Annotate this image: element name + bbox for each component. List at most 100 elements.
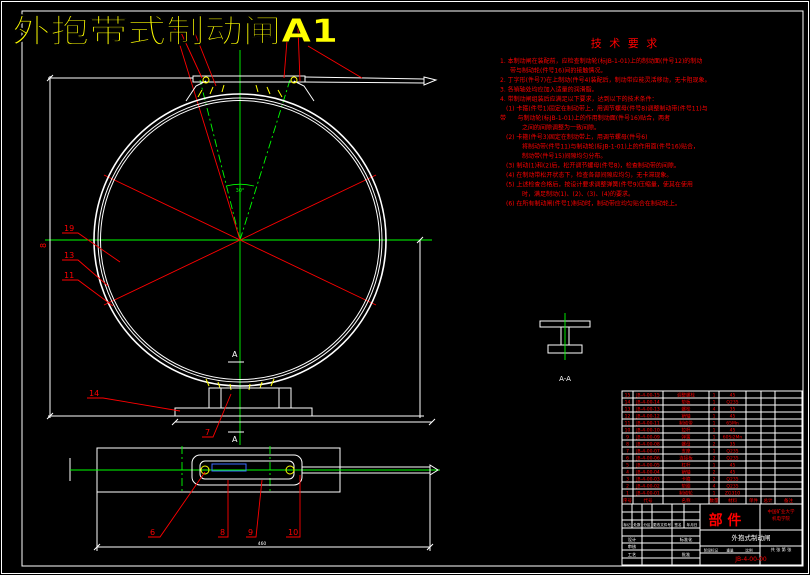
parts-list-cell: 杠杆 (682, 461, 691, 468)
parts-list-cell: 8 (626, 441, 629, 447)
parts-list-cell: 15 (625, 392, 631, 398)
parts-list-cell: 3 (626, 476, 629, 482)
parts-list-cell: 45 (730, 413, 736, 419)
tech-requirement-line: 4. 带制动闸组装后应满足以下要求，达到以下的技术条件： (500, 95, 658, 103)
parts-list-cell: 5 (626, 462, 629, 468)
parts-list-cell: 调整螺栓 (677, 391, 695, 398)
parts-list-cell: 12 (625, 413, 631, 419)
parts-list-cell: 35 (730, 406, 736, 412)
parts-list-cell: JB-4-00-09 (635, 434, 660, 440)
parts-list-cell: Q235 (726, 483, 738, 489)
category-label: 部 件 (709, 512, 742, 529)
parts-list-cell: JB-4-00-06 (635, 455, 660, 461)
parts-list-cell: Q235 (726, 476, 738, 482)
signature-role: 设计 (628, 536, 636, 543)
parts-list-cell: JB-4-00-13 (635, 406, 660, 412)
tech-requirement-line: (4) 在制动带松开状态下，检查各部间隙应均匀，无卡滞现象。 (506, 171, 672, 179)
tech-requirement-line: (3) 制动(1)和(2)后，松开调节螺母(件号8)，检查制动带的间隙。 (506, 162, 680, 170)
revision-header-cell: 标记 (623, 522, 631, 527)
parts-list-cell: 垫圈 (682, 482, 691, 489)
cad-drawing-canvas: 30° 8 19 13 11 14 7 A A 6 8 9 10 460 A-A… (0, 0, 810, 575)
tech-requirement-line: (5) 上述检查合格后，按设计要求调整弹簧(件号9)压缩量，使其在使用 (506, 181, 693, 189)
revision-header-cell: 年月日 (687, 522, 698, 527)
left-dim-label: 8 (39, 243, 48, 248)
parts-list-cell: 45 (730, 392, 736, 398)
parts-list-cell: 1 (713, 434, 716, 440)
parts-list-cell: 1 (713, 427, 716, 433)
section-mark-top: A (232, 350, 238, 359)
parts-list-cell: 卡箍 (682, 475, 691, 482)
part-label-13: 13 (64, 251, 74, 260)
parts-list-cell: 45 (730, 462, 736, 468)
parts-list-cell: 1 (713, 399, 716, 405)
section-label: A-A (559, 375, 571, 383)
tech-requirement-line: 时，满足制动(1)、(2)、(3)、(4)的要求。 (522, 190, 634, 198)
parts-header-cell: 序号 (623, 497, 632, 504)
angle-label: 30° (236, 188, 245, 194)
signature-role: 审核 (628, 543, 637, 550)
drawing-name: 外抱式制动闸 (732, 533, 771, 542)
parts-list-cell: 制动轮 (679, 489, 693, 496)
sheet-count: 共 张 第 张 (771, 546, 793, 553)
parts-list-cell: 2 (713, 441, 716, 447)
parts-list-cell: 4 (713, 406, 716, 412)
parts-list-cell: 支座 (682, 447, 691, 454)
tech-requirement-line: 2. 丁字形(件号7)在上制动(件号4)装配后，制动带应能灵活移动，无卡阻现象。 (500, 76, 711, 84)
parts-list-cell: 14 (625, 399, 631, 405)
parts-list-cell: 60Si2Mn (723, 434, 743, 440)
parts-list-cell: JB-4-00-15 (635, 392, 660, 398)
parts-list-cell: JB-4-00-08 (635, 441, 660, 447)
tech-requirement-line: (1) 卡箍(件号1)固定在制动带上，用调节螺母(件号8)调整制动带(件号11)… (506, 105, 708, 113)
parts-list-cell: Q235 (726, 455, 738, 461)
revision-header-cell: 分区 (643, 522, 651, 527)
part-label-8: 8 (220, 528, 225, 537)
parts-header-cell: 材料 (728, 497, 737, 504)
parts-list-cell: 45 (730, 427, 736, 433)
tech-requirement-line: 带 与制动轮(标JB-1-01)上的作用制动面(件号16)贴合，两者 (500, 114, 670, 122)
parts-list-cell: 4 (713, 483, 716, 489)
drawing-number: JB-4-00-00 (734, 556, 767, 563)
part-label-7: 7 (205, 428, 210, 437)
parts-list-cell: 45 (730, 469, 736, 475)
plan-dim-label: 460 (258, 541, 267, 547)
tech-requirement-line: 制动带(件号15)间隙均匀分布。 (522, 152, 606, 160)
school-line-1: 中国矿业大学 (768, 508, 795, 515)
tech-requirement-line: 1. 本制动闸在装配前，应检查制动轮(标JB-1-01)上的制动面(件号12)的… (500, 57, 702, 65)
parts-list-cell: 销轴 (682, 412, 691, 419)
parts-list-cell: 螺母 (682, 440, 691, 447)
parts-list-cell: 65Mn (726, 420, 739, 426)
parts-list-cell: 6 (626, 455, 629, 461)
parts-list-cell: 10 (625, 427, 631, 433)
tech-requirement-line: 将制动带(件号11)与制动轮(标JB-1-01)上的作用面(件号16)贴合， (522, 143, 699, 151)
parts-list-cell: JB-4-00-05 (635, 462, 660, 468)
parts-list-cell: JB-4-00-14 (635, 399, 660, 405)
parts-list-cell: JB-4-00-11 (635, 420, 660, 426)
parts-list-cell: JB-4-00-12 (635, 413, 660, 419)
part-label-10: 10 (288, 528, 298, 537)
parts-list-cell: 连接板 (679, 454, 693, 461)
tech-requirement-line: 之间的间隙调整为一致间隙。 (522, 124, 600, 132)
parts-list-cell: 2 (713, 455, 716, 461)
stage-header-cell: 比例 (745, 548, 753, 553)
part-label-19: 19 (64, 224, 74, 233)
parts-list-cell: JB-4-00-07 (635, 448, 660, 454)
signature-role: 工艺 (628, 552, 636, 557)
tech-requirement-line: 3. 各销轴处均应加入适量的润滑脂。 (500, 86, 598, 94)
parts-list-cell: ZG310 (725, 490, 740, 496)
parts-list-cell: 垫板 (682, 398, 691, 405)
parts-list-cell: 2 (626, 483, 629, 489)
parts-header-cell: 名称 (682, 497, 691, 504)
parts-list-cell: JB-4-00-04 (635, 469, 660, 475)
parts-list-cell: 制动带 (679, 419, 693, 426)
tech-heading: 技 术 要 求 (591, 37, 660, 50)
stage-header-cell: 阶段标记 (704, 548, 719, 553)
revision-header-cell: 更改文件号 (653, 522, 671, 527)
parts-list-cell: 拉杆 (682, 426, 691, 433)
parts-header-cell: 数量 (710, 497, 719, 504)
parts-list-cell: Q235 (726, 448, 738, 454)
approval-label: 批准 (682, 551, 690, 558)
tech-requirement-line: 带与制动轮(件号16)间的接触情况。 (510, 67, 606, 75)
parts-list-cell: 1 (713, 490, 716, 496)
part-label-11: 11 (64, 271, 74, 280)
parts-list-cell: 1 (626, 490, 629, 496)
